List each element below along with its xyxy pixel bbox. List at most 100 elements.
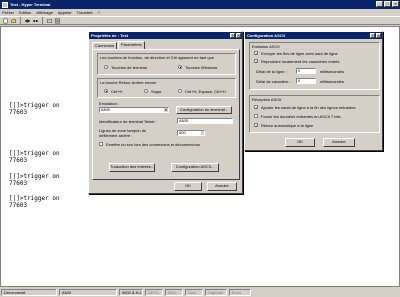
app-icon xyxy=(2,1,8,8)
cancel-button[interactable]: Annuler xyxy=(207,182,237,191)
toolbar-separator xyxy=(20,17,21,24)
wrap-lines-label: Retour automatique à la ligne xyxy=(261,123,314,128)
menu-fichier[interactable]: Fichier xyxy=(2,10,14,15)
echo-checkbox[interactable]: ✓ xyxy=(254,59,258,64)
properties-dialog-title: Propriétés de : Test ? × xyxy=(89,32,242,39)
backspace-group-label: La touche Retour Arrière envoie xyxy=(100,80,157,85)
menu-bar: Fichier Edition Affichage Appeler Transf… xyxy=(0,9,400,16)
toolbar xyxy=(0,16,400,25)
force-7bit-label: Forcer les données entrantes en ASCII 7 … xyxy=(261,114,341,119)
char-delay-field[interactable]: 0 xyxy=(296,78,316,84)
ascii-send-group: Emission ASCII ✓ Envoyer les fins de lig… xyxy=(249,42,380,90)
tab-connexion[interactable]: Connexion xyxy=(92,42,118,49)
emulation-label: Emulation : xyxy=(99,101,120,106)
keys-terminal-label: Touches de terminal xyxy=(111,65,147,70)
line-delay-label: Délai de la ligne : xyxy=(256,69,287,74)
backspace-group: La touche Retour Arrière envoie Ctrl+H S… xyxy=(97,78,236,98)
status-emulation: ANSI xyxy=(59,289,117,296)
status-caps: MAJ. xyxy=(165,289,183,296)
keys-terminal-radio[interactable] xyxy=(104,65,108,69)
ascii-dialog-title: Configuration ASCII ? × xyxy=(245,32,382,39)
maximize-button[interactable]: □ xyxy=(384,1,391,7)
close-button[interactable]: × xyxy=(376,33,381,38)
line-delay-unit: millisecondes xyxy=(320,69,345,74)
buffer-lines-label: Lignes de zone tampon de défilement arri… xyxy=(99,128,147,138)
menu-affichage[interactable]: Affichage xyxy=(36,10,53,15)
ascii-ok-button[interactable]: OK xyxy=(285,138,315,147)
properties-dialog-title-text: Propriétés de : Test xyxy=(91,33,129,38)
keys-windows-label: Touches Windows xyxy=(185,65,218,70)
bs-ctrlh-space-radio[interactable] xyxy=(178,89,182,93)
status-scroll: DEFIL. xyxy=(145,289,163,296)
buffer-lines-value: 500 xyxy=(179,130,186,135)
terminal-line: 77603 xyxy=(9,109,28,116)
ascii-cancel-button[interactable]: Annuler xyxy=(323,138,355,147)
connect-icon[interactable] xyxy=(24,17,31,24)
chevron-down-icon[interactable]: ▼ xyxy=(164,108,168,112)
ascii-recv-group: Réception ASCII ✓ Ajouter les sauts de l… xyxy=(249,95,380,133)
help-button[interactable]: ? xyxy=(370,33,375,38)
bs-ctrlh-label: Ctrl+H xyxy=(111,89,123,94)
beep-label: Emettre un son lors des connexions et dé… xyxy=(106,142,200,147)
ascii-config-button[interactable]: Configuration ASCII... xyxy=(171,163,219,172)
menu-transfert[interactable]: Transfert xyxy=(77,10,93,15)
status-capture: Capturer xyxy=(205,289,227,296)
terminal-line: 77603 xyxy=(9,202,28,209)
tab-panel-parametres: Les touches de fonction, de direction et… xyxy=(92,49,240,180)
minimize-button[interactable]: _ xyxy=(376,1,383,7)
new-icon[interactable] xyxy=(2,17,9,24)
menu-edition[interactable]: Edition xyxy=(19,10,31,15)
translate-input-button[interactable]: Traduction des entrées... xyxy=(109,163,155,172)
terminal-line: 77603 xyxy=(9,157,28,164)
keys-group-label: Les touches de fonction, de direction et… xyxy=(100,55,215,60)
emulation-select[interactable]: ANSI ▼ xyxy=(99,107,169,113)
char-delay-unit: millisecondes xyxy=(320,79,345,84)
terminal-line: 77603 xyxy=(9,180,28,187)
app-title: Test - Hyper Terminal xyxy=(10,2,51,7)
status-num: Num xyxy=(185,289,203,296)
ascii-send-group-label: Emission ASCII xyxy=(252,44,280,49)
config-terminal-button[interactable]: Configuration du terminal... xyxy=(176,106,232,114)
append-lf-label: Ajouter les sauts de ligne à la fin des … xyxy=(261,105,356,110)
wrap-lines-checkbox[interactable]: ✓ xyxy=(254,123,258,128)
ok-button[interactable]: OK xyxy=(174,182,202,191)
properties-dialog: Propriétés de : Test ? × Connexion Param… xyxy=(88,31,243,194)
close-button[interactable]: × xyxy=(392,1,399,7)
bs-ctrlh-radio[interactable] xyxy=(104,89,108,93)
beep-checkbox[interactable] xyxy=(99,142,103,146)
close-button[interactable]: × xyxy=(236,33,241,38)
menu-appeler[interactable]: Appeler xyxy=(58,10,72,15)
keys-windows-radio[interactable] xyxy=(178,65,182,69)
send-crlf-checkbox[interactable]: ✓ xyxy=(254,51,258,56)
status-bar: Déconnecté ANSI 9600 8-N-1 DEFIL. MAJ. N… xyxy=(0,288,400,297)
app-titlebar: Test - Hyper Terminal _ □ × xyxy=(0,0,400,9)
send-icon[interactable] xyxy=(46,17,53,24)
telnet-id-field[interactable]: ANSI xyxy=(177,118,233,124)
buffer-lines-field[interactable]: 500 xyxy=(177,130,205,136)
emulation-value: ANSI xyxy=(101,107,111,112)
disconnect-icon[interactable] xyxy=(32,17,39,24)
status-connection: Déconnecté xyxy=(1,289,57,296)
send-crlf-label: Envoyer les fins de ligne avec saut de l… xyxy=(261,51,338,56)
tab-parametres[interactable]: Paramètres xyxy=(118,41,145,49)
open-icon[interactable] xyxy=(10,17,17,24)
toolbar-separator xyxy=(42,17,43,24)
ascii-dialog-title-text: Configuration ASCII xyxy=(247,33,285,38)
bs-ctrlh-space-label: Ctrl+H, Espace, Ctrl+H xyxy=(185,89,226,94)
char-delay-label: Délai de caractère : xyxy=(256,79,291,84)
append-lf-checkbox[interactable]: ✓ xyxy=(254,105,258,110)
properties-icon[interactable] xyxy=(54,17,61,24)
status-echo: Echo xyxy=(229,289,251,296)
help-button[interactable]: ? xyxy=(230,33,235,38)
bs-suppr-label: Suppr xyxy=(151,89,162,94)
force-7bit-checkbox[interactable] xyxy=(254,114,258,118)
ascii-config-dialog: Configuration ASCII ? × Emission ASCII ✓… xyxy=(244,31,383,151)
ascii-recv-group-label: Réception ASCII xyxy=(252,97,282,102)
telnet-id-label: Identificateur de terminal Telnet : xyxy=(99,119,157,124)
bs-suppr-radio[interactable] xyxy=(144,89,148,93)
echo-label: Reproduire localement les caractères ent… xyxy=(261,59,340,64)
spinner-icon[interactable] xyxy=(201,131,204,135)
keys-group: Les touches de fonction, de direction et… xyxy=(97,53,236,75)
menu-help[interactable]: ? xyxy=(98,10,100,15)
line-delay-field[interactable]: 0 xyxy=(296,68,316,74)
